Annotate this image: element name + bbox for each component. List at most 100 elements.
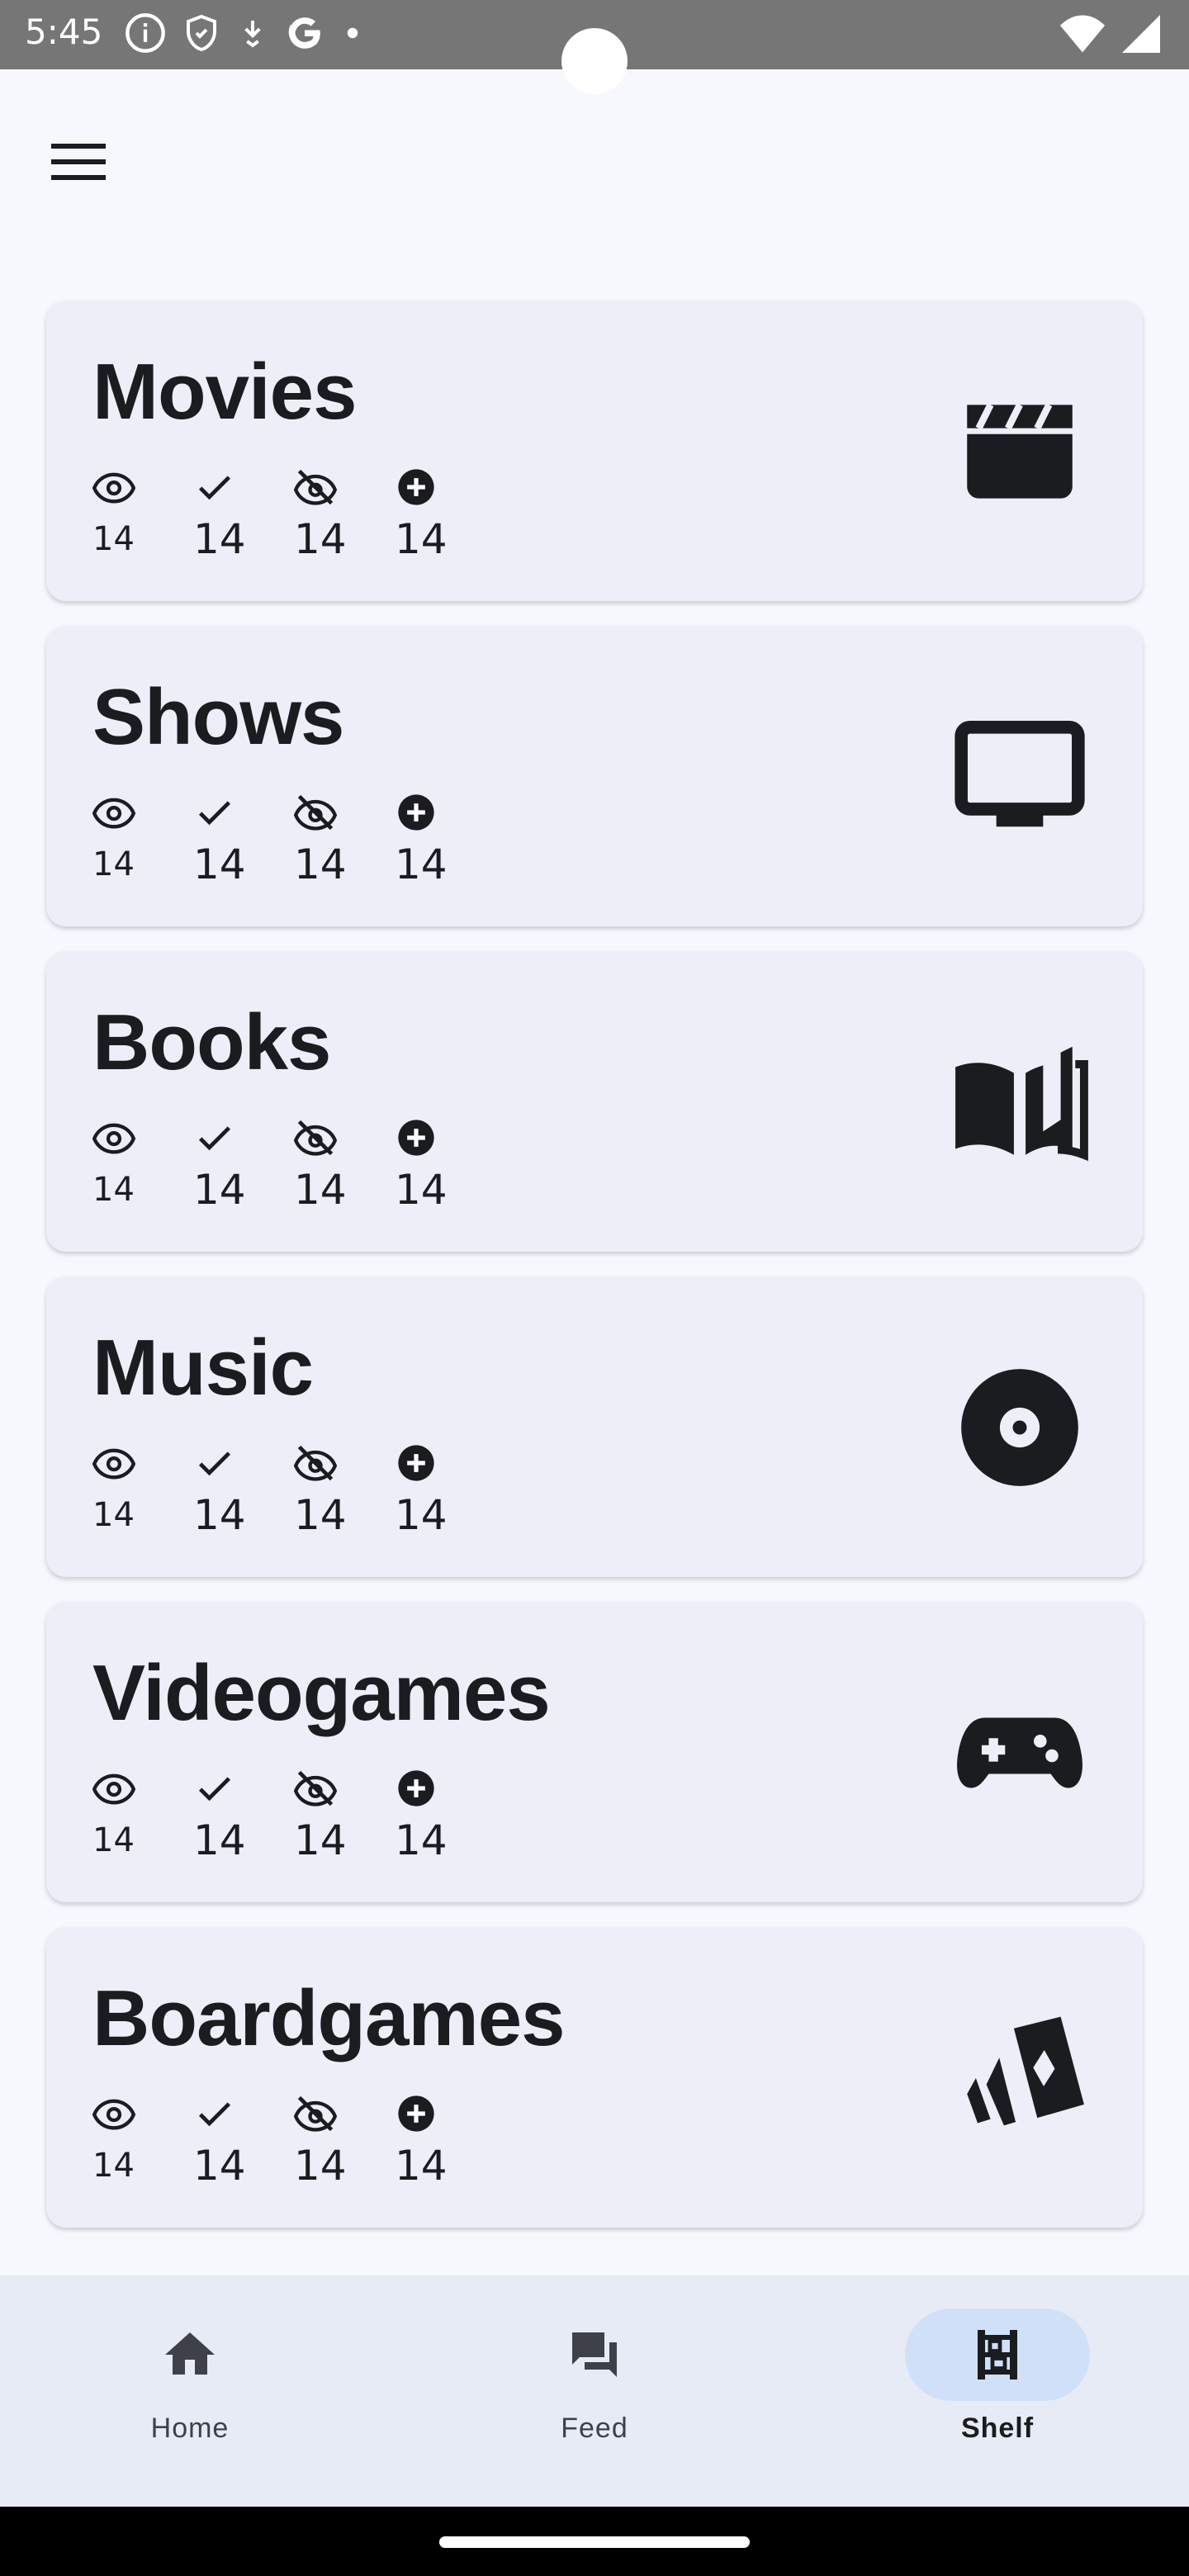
signal-icon [1122, 15, 1160, 53]
stat-value: 14 [294, 515, 347, 563]
book-icon [955, 1046, 1088, 1162]
stat-hidden: 14 [294, 1442, 395, 1539]
plus-circle-icon [398, 2095, 434, 2132]
status-icons [124, 12, 365, 54]
eye-icon [92, 1448, 135, 1480]
stat-watching: 14 [92, 2092, 193, 2190]
eye-icon [92, 2099, 135, 2130]
check-icon [198, 476, 231, 500]
plus-circle-icon [398, 469, 434, 505]
category-stats: 14 14 14 14 [92, 2092, 495, 2190]
eye-off-icon [294, 2095, 337, 2132]
check-icon [198, 1451, 231, 1476]
stat-value: 14 [92, 1821, 135, 1859]
category-title: Music [92, 1324, 314, 1412]
eye-off-icon [294, 1770, 337, 1807]
category-card-movies[interactable]: Movies 14 14 14 14 [46, 301, 1143, 601]
stat-done: 14 [193, 791, 294, 888]
check-icon [198, 1126, 231, 1151]
stat-done: 14 [193, 1442, 294, 1539]
front-camera [561, 28, 628, 94]
stat-value: 14 [395, 1166, 448, 1214]
stat-value: 14 [193, 1816, 246, 1864]
eye-off-icon [294, 1120, 337, 1156]
stat-planned: 14 [395, 1116, 495, 1214]
stat-watching: 14 [92, 466, 193, 563]
gamepad-icon [957, 1717, 1082, 1788]
stat-hidden: 14 [294, 791, 395, 888]
plus-circle-icon [398, 1445, 434, 1481]
stat-value: 14 [294, 841, 347, 888]
stat-value: 14 [193, 1491, 246, 1539]
eye-icon [92, 472, 135, 504]
stat-done: 14 [193, 1116, 294, 1214]
nav-feed[interactable]: Feed [487, 2308, 702, 2474]
dot-icon [347, 27, 358, 39]
category-card-books[interactable]: Books 14 14 14 14 [46, 951, 1143, 1252]
category-card-videogames[interactable]: Videogames 14 14 14 14 [46, 1602, 1143, 1902]
system-gesture-bar [0, 2507, 1189, 2576]
download-icon [244, 21, 261, 48]
check-icon [198, 1777, 231, 1802]
hamburger-menu-icon [51, 144, 106, 180]
category-stats: 14 14 14 14 [92, 1116, 495, 1214]
status-right-icons [1060, 15, 1161, 53]
stat-value: 14 [92, 1496, 135, 1534]
stat-value: 14 [193, 2142, 246, 2190]
category-title: Videogames [92, 1649, 551, 1737]
stat-value: 14 [92, 520, 135, 558]
category-title: Boardgames [92, 1974, 566, 2062]
category-card-music[interactable]: Music 14 14 14 14 [46, 1276, 1143, 1577]
category-card-boardgames[interactable]: Boardgames 14 14 14 14 [46, 1927, 1143, 2228]
stat-value: 14 [395, 515, 448, 563]
category-title: Shows [92, 673, 344, 761]
stat-value: 14 [193, 841, 246, 888]
stat-hidden: 14 [294, 1116, 395, 1214]
eye-off-icon [294, 469, 337, 505]
stat-done: 14 [193, 1767, 294, 1864]
category-list: Movies 14 14 14 14 Shows 14 14 14 14 Boo… [46, 301, 1143, 2252]
category-stats: 14 14 14 14 [92, 1767, 495, 1864]
stat-watching: 14 [92, 791, 193, 888]
status-time: 5:45 [25, 12, 103, 52]
status-bar: 5:45 [0, 0, 1189, 94]
eye-icon [92, 1773, 135, 1805]
stat-value: 14 [92, 1171, 135, 1209]
nav-home[interactable]: Home [83, 2308, 297, 2474]
nav-feed-label: Feed [561, 2413, 628, 2444]
nav-shelf-pill [905, 2308, 1090, 2401]
stat-value: 14 [92, 845, 135, 883]
eye-off-icon [294, 1445, 337, 1481]
eye-off-icon [294, 794, 337, 831]
stat-hidden: 14 [294, 2092, 395, 2190]
stat-value: 14 [395, 1491, 448, 1539]
nav-home-pill [97, 2308, 282, 2401]
eye-icon [92, 798, 135, 829]
category-title: Movies [92, 348, 357, 436]
home-icon [165, 2332, 215, 2375]
stat-hidden: 14 [294, 466, 395, 563]
stat-value: 14 [92, 2147, 135, 2185]
menu-button[interactable] [51, 140, 111, 187]
nav-shelf[interactable]: Shelf [890, 2308, 1105, 2474]
nav-shelf-label: Shelf [960, 2413, 1035, 2444]
stat-planned: 14 [395, 466, 495, 563]
home-gesture-handle[interactable] [439, 2536, 750, 2548]
clapperboard-icon [967, 403, 1073, 499]
stat-value: 14 [193, 1166, 246, 1214]
stat-planned: 14 [395, 1442, 495, 1539]
stat-watching: 14 [92, 1442, 193, 1539]
stat-value: 14 [395, 841, 448, 888]
stat-done: 14 [193, 2092, 294, 2190]
disc-icon [961, 1369, 1078, 1486]
check-icon [198, 2102, 231, 2127]
check-icon [198, 801, 231, 826]
category-title: Books [92, 998, 331, 1087]
stat-planned: 14 [395, 791, 495, 888]
stat-value: 14 [294, 1491, 347, 1539]
category-card-shows[interactable]: Shows 14 14 14 14 [46, 626, 1143, 926]
plus-circle-icon [398, 1120, 434, 1156]
forum-icon [572, 2332, 617, 2377]
stat-planned: 14 [395, 2092, 495, 2190]
stat-value: 14 [294, 1816, 347, 1864]
